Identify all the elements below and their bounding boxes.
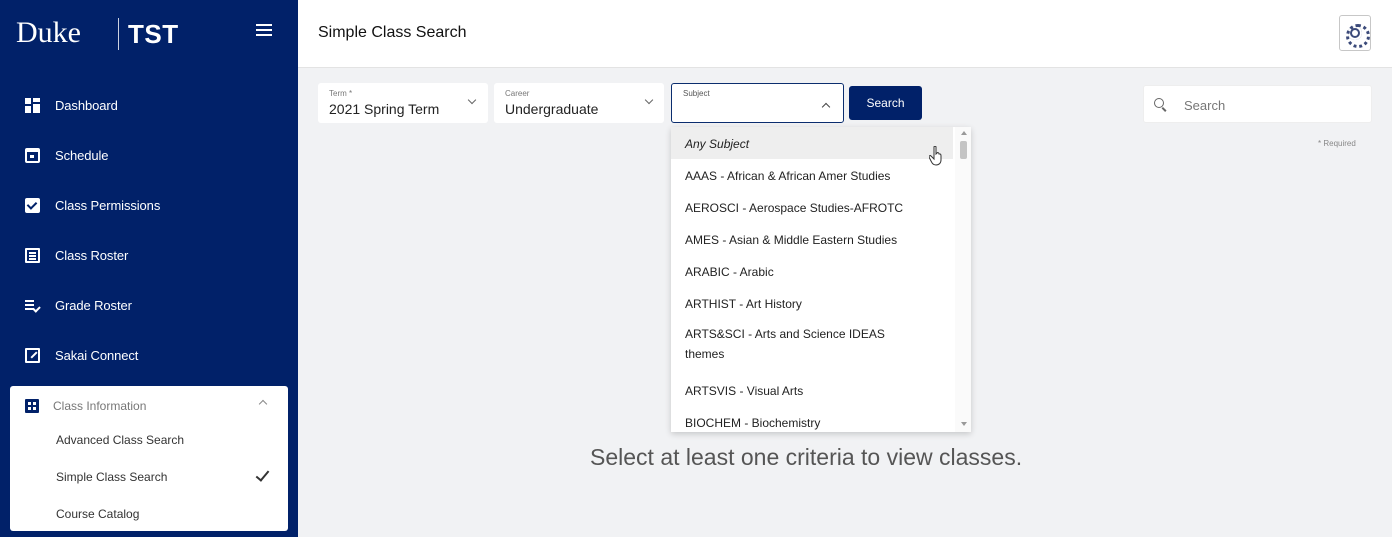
sidebar-item-label: Course Catalog bbox=[56, 507, 140, 521]
sidebar-item-label: Class Roster bbox=[55, 247, 129, 263]
gear-icon bbox=[1346, 24, 1370, 48]
option-label: BIOCHEM - Biochemistry bbox=[685, 416, 821, 430]
class-information-toggle[interactable]: Class Information bbox=[10, 386, 288, 426]
sidebar-item-label: Simple Class Search bbox=[56, 470, 168, 484]
option-label: AMES - Asian & Middle Eastern Studies bbox=[685, 233, 898, 247]
empty-state-message: Select at least one criteria to view cla… bbox=[590, 444, 1023, 470]
brand-divider bbox=[118, 18, 119, 50]
sidebar-item-class-roster[interactable]: Class Roster bbox=[0, 230, 298, 280]
subject-label: Subject bbox=[683, 89, 710, 98]
app-name: TST bbox=[128, 19, 179, 49]
option-label: ARTHIST - Art History bbox=[685, 297, 802, 311]
checkmark-icon bbox=[255, 467, 270, 482]
calendar-icon bbox=[25, 147, 40, 163]
edit-icon bbox=[25, 347, 40, 363]
sidebar-item-course-catalog[interactable]: Course Catalog bbox=[10, 496, 288, 532]
option-label: AAAS - African & African Amer Studies bbox=[685, 169, 891, 183]
search-box bbox=[1143, 85, 1372, 123]
sidebar-item-label: Sakai Connect bbox=[55, 347, 139, 363]
required-note: * Required bbox=[1318, 139, 1356, 148]
sidebar-item-label: Dashboard bbox=[55, 97, 118, 113]
subject-option[interactable]: AEROSCI - Aerospace Studies-AFROTC bbox=[671, 191, 953, 223]
class-information-group: Class Information Advanced Class Search … bbox=[10, 386, 288, 531]
chevron-up-icon bbox=[258, 399, 268, 409]
subject-option[interactable]: ARTS&SCI - Arts and Science IDEAS themes bbox=[671, 319, 953, 371]
sidebar-item-schedule[interactable]: Schedule bbox=[0, 130, 298, 180]
roster-icon bbox=[25, 247, 40, 263]
option-label: AEROSCI - Aerospace Studies-AFROTC bbox=[685, 201, 904, 215]
scroll-up-arrow-icon[interactable] bbox=[961, 131, 967, 135]
brand-header: Duke TST bbox=[0, 0, 298, 68]
search-icon bbox=[1154, 98, 1164, 108]
subject-option[interactable]: BIOCHEM - Biochemistry bbox=[671, 406, 953, 432]
scrollbar-thumb[interactable] bbox=[960, 141, 967, 159]
option-label: ARTSVIS - Visual Arts bbox=[685, 384, 804, 398]
sidebar: Duke TST Dashboard Schedule Class Permis… bbox=[0, 0, 298, 537]
scroll-down-arrow-icon[interactable] bbox=[961, 422, 967, 426]
subject-option[interactable]: ARABIC - Arabic bbox=[671, 255, 953, 287]
sidebar-item-simple-class-search[interactable]: Simple Class Search bbox=[10, 459, 288, 495]
sidebar-item-label: Schedule bbox=[55, 147, 109, 163]
class-info-icon bbox=[25, 399, 39, 413]
sidebar-item-advanced-class-search[interactable]: Advanced Class Search bbox=[10, 422, 288, 458]
option-label: Any Subject bbox=[685, 137, 750, 151]
hamburger-menu-icon[interactable] bbox=[256, 24, 272, 38]
sidebar-item-dashboard[interactable]: Dashboard bbox=[0, 80, 298, 130]
career-label: Career bbox=[505, 89, 530, 98]
page-header: Simple Class Search bbox=[298, 0, 1392, 68]
search-input[interactable] bbox=[1184, 95, 1354, 115]
subject-option-any[interactable]: Any Subject bbox=[671, 127, 953, 159]
chevron-down-icon bbox=[644, 95, 654, 105]
career-select[interactable]: Career Undergraduate bbox=[494, 83, 664, 123]
sidebar-item-class-permissions[interactable]: Class Permissions bbox=[0, 180, 298, 230]
subject-select[interactable]: Subject bbox=[671, 83, 844, 123]
sidebar-item-label: Class Permissions bbox=[55, 197, 161, 213]
search-button[interactable]: Search bbox=[849, 86, 922, 120]
subject-dropdown: Any Subject AAAS - African & African Ame… bbox=[671, 127, 971, 432]
career-value: Undergraduate bbox=[505, 101, 599, 117]
subject-option[interactable]: AMES - Asian & Middle Eastern Studies bbox=[671, 223, 953, 255]
checkbox-icon bbox=[25, 197, 40, 213]
term-value: 2021 Spring Term bbox=[329, 101, 440, 117]
chevron-down-icon bbox=[467, 95, 477, 105]
subject-option[interactable]: ARTHIST - Art History bbox=[671, 287, 953, 319]
option-label: ARTS&SCI - Arts and Science IDEAS themes bbox=[685, 327, 885, 361]
settings-button[interactable] bbox=[1339, 15, 1371, 51]
page-title: Simple Class Search bbox=[318, 24, 467, 41]
option-label: ARABIC - Arabic bbox=[685, 265, 774, 279]
subject-option[interactable]: AAAS - African & African Amer Studies bbox=[671, 159, 953, 191]
term-label: Term * bbox=[329, 89, 353, 98]
sidebar-item-sakai-connect[interactable]: Sakai Connect bbox=[0, 330, 298, 380]
sidebar-item-grade-roster[interactable]: Grade Roster bbox=[0, 280, 298, 330]
dropdown-scrollbar[interactable] bbox=[955, 127, 971, 432]
grade-roster-icon bbox=[25, 298, 40, 313]
hand-cursor-icon bbox=[929, 146, 942, 166]
term-select[interactable]: Term * 2021 Spring Term bbox=[318, 83, 488, 123]
subject-option[interactable]: ARTSVIS - Visual Arts bbox=[671, 374, 953, 406]
dashboard-icon bbox=[25, 97, 40, 113]
sidebar-item-label: Advanced Class Search bbox=[56, 433, 185, 447]
duke-logo: Duke bbox=[16, 16, 81, 49]
chevron-up-icon bbox=[821, 102, 831, 112]
sidebar-item-label: Grade Roster bbox=[55, 297, 132, 313]
group-label: Class Information bbox=[53, 399, 147, 413]
